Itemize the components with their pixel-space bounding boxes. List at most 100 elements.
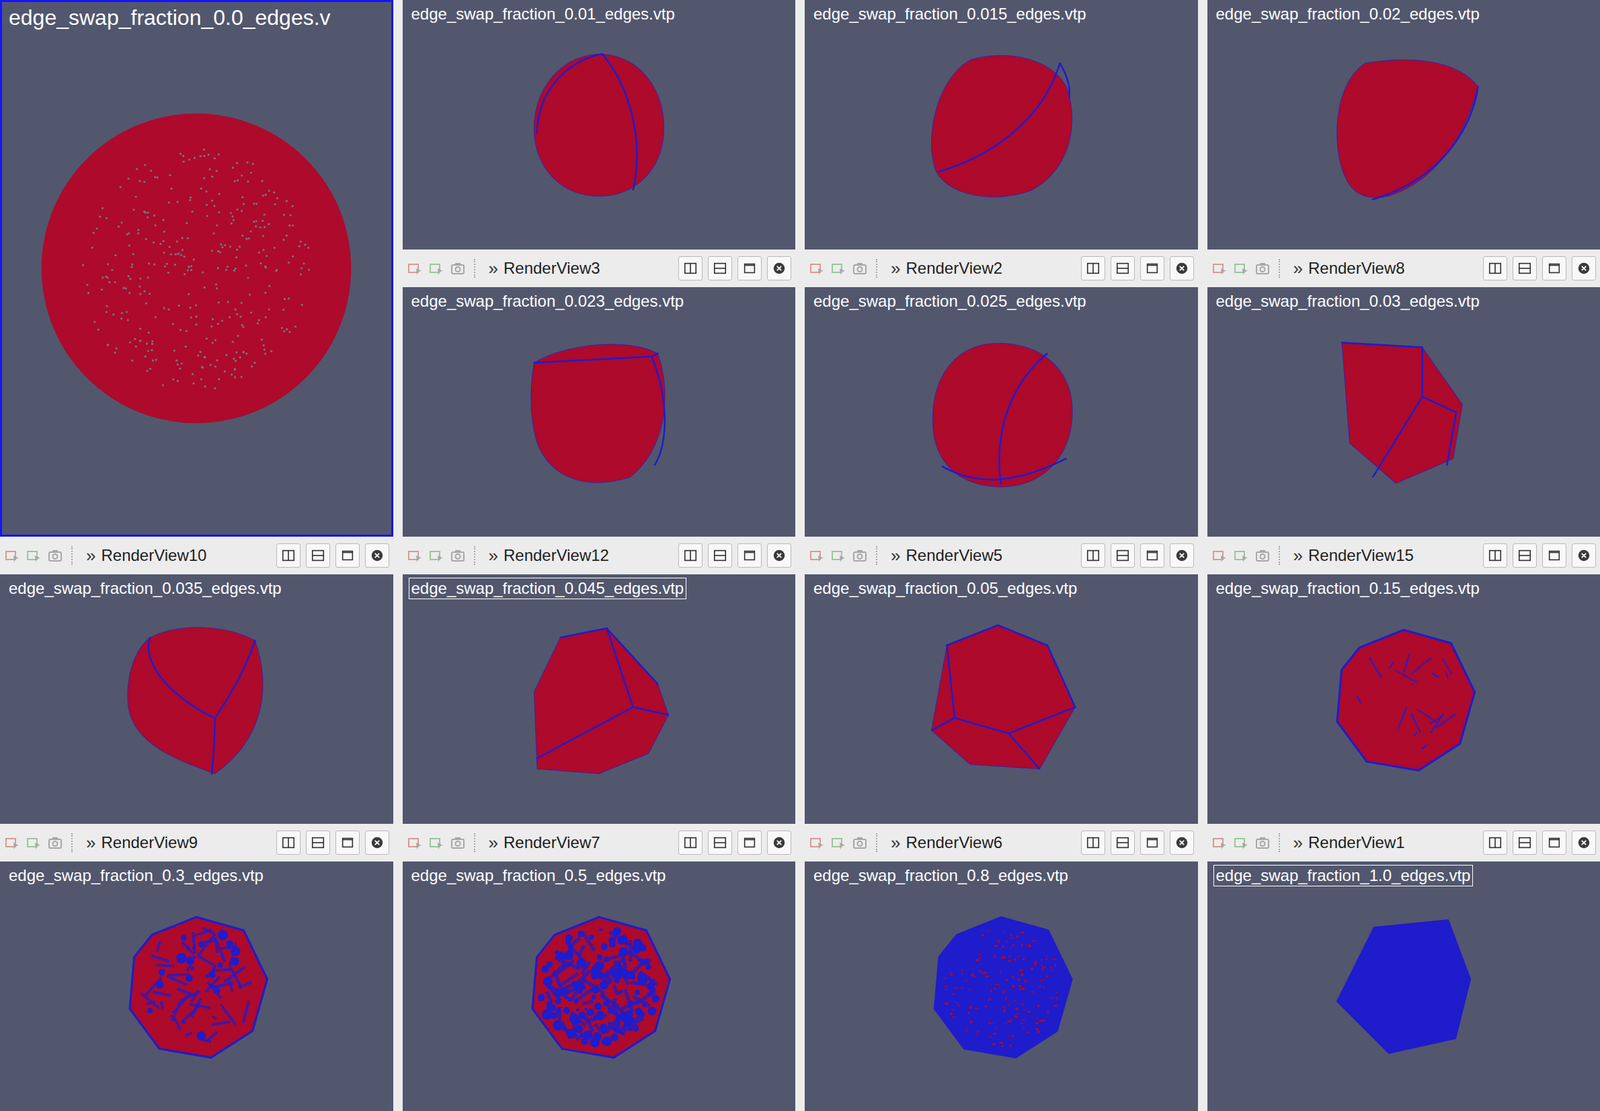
close-button[interactable] bbox=[1169, 830, 1194, 855]
toolbar-overflow-button[interactable]: » bbox=[1293, 259, 1303, 277]
maximize-button[interactable] bbox=[1140, 256, 1165, 281]
select-cells-button[interactable] bbox=[1211, 834, 1228, 852]
toolbar-overflow-button[interactable]: » bbox=[890, 259, 901, 277]
capture-button[interactable] bbox=[1254, 260, 1271, 277]
select-cells-button[interactable] bbox=[1211, 547, 1228, 565]
render-view[interactable]: edge_swap_fraction_0.045_edges.vtp bbox=[402, 574, 796, 824]
mesh-render[interactable] bbox=[118, 621, 274, 777]
maximize-button[interactable] bbox=[1542, 543, 1567, 568]
close-button[interactable] bbox=[767, 256, 792, 281]
split-vertical-button[interactable] bbox=[1110, 256, 1135, 281]
toolbar-overflow-button[interactable]: » bbox=[86, 833, 96, 852]
mesh-render[interactable] bbox=[122, 912, 271, 1061]
select-cells-button[interactable] bbox=[808, 834, 825, 852]
close-button[interactable] bbox=[365, 543, 390, 568]
select-points-button[interactable] bbox=[428, 834, 445, 852]
split-horizontal-button[interactable] bbox=[1081, 830, 1106, 855]
select-points-button[interactable] bbox=[428, 260, 445, 277]
mesh-render[interactable] bbox=[525, 912, 673, 1061]
split-horizontal-button[interactable] bbox=[1483, 543, 1508, 568]
close-button[interactable] bbox=[1571, 543, 1596, 568]
mesh-render[interactable] bbox=[521, 621, 677, 777]
render-view[interactable]: edge_swap_fraction_0.0_edges.v bbox=[0, 0, 394, 537]
mesh-render[interactable] bbox=[1326, 47, 1482, 203]
capture-button[interactable] bbox=[449, 834, 466, 852]
split-vertical-button[interactable] bbox=[707, 543, 733, 568]
capture-button[interactable] bbox=[851, 260, 868, 277]
sphere-mesh-render[interactable] bbox=[38, 110, 355, 427]
maximize-button[interactable] bbox=[737, 830, 762, 855]
maximize-button[interactable] bbox=[737, 256, 762, 281]
capture-button[interactable] bbox=[851, 547, 868, 565]
split-horizontal-button[interactable] bbox=[1081, 256, 1106, 281]
toolbar-overflow-button[interactable]: » bbox=[488, 833, 499, 852]
render-view[interactable]: edge_swap_fraction_0.05_edges.vtp bbox=[804, 574, 1198, 824]
split-horizontal-button[interactable] bbox=[678, 830, 703, 855]
mesh-render[interactable] bbox=[923, 621, 1079, 777]
capture-button[interactable] bbox=[47, 834, 64, 852]
select-points-button[interactable] bbox=[25, 547, 42, 565]
mesh-render[interactable] bbox=[1326, 334, 1482, 490]
maximize-button[interactable] bbox=[335, 543, 360, 568]
split-vertical-button[interactable] bbox=[1512, 830, 1537, 855]
select-points-button[interactable] bbox=[1232, 260, 1250, 277]
render-view[interactable]: edge_swap_fraction_0.03_edges.vtp bbox=[1207, 287, 1600, 537]
toolbar-overflow-button[interactable]: » bbox=[86, 546, 96, 565]
toolbar-overflow-button[interactable]: » bbox=[488, 546, 499, 565]
close-button[interactable] bbox=[767, 543, 792, 568]
mesh-render[interactable] bbox=[1329, 912, 1478, 1061]
capture-button[interactable] bbox=[449, 547, 466, 565]
select-points-button[interactable] bbox=[428, 547, 445, 565]
render-view[interactable]: edge_swap_fraction_0.023_edges.vtp bbox=[402, 287, 796, 537]
mesh-render[interactable] bbox=[923, 334, 1079, 490]
split-horizontal-button[interactable] bbox=[1483, 830, 1508, 855]
close-button[interactable] bbox=[365, 830, 390, 855]
maximize-button[interactable] bbox=[737, 543, 762, 568]
select-points-button[interactable] bbox=[830, 260, 847, 277]
split-vertical-button[interactable] bbox=[1512, 256, 1537, 281]
mesh-render[interactable] bbox=[521, 334, 677, 490]
maximize-button[interactable] bbox=[1140, 543, 1165, 568]
capture-button[interactable] bbox=[449, 260, 466, 277]
select-cells-button[interactable] bbox=[1211, 260, 1228, 277]
close-button[interactable] bbox=[767, 830, 792, 855]
split-horizontal-button[interactable] bbox=[678, 543, 703, 568]
split-vertical-button[interactable] bbox=[305, 543, 331, 568]
select-points-button[interactable] bbox=[830, 834, 847, 852]
render-view[interactable]: edge_swap_fraction_0.8_edges.vtp bbox=[804, 861, 1198, 1111]
split-vertical-button[interactable] bbox=[707, 830, 733, 855]
split-vertical-button[interactable] bbox=[1512, 543, 1537, 568]
capture-button[interactable] bbox=[851, 834, 868, 852]
render-view[interactable]: edge_swap_fraction_0.025_edges.vtp bbox=[804, 287, 1198, 537]
toolbar-overflow-button[interactable]: » bbox=[488, 259, 499, 277]
render-view[interactable]: edge_swap_fraction_0.015_edges.vtp bbox=[804, 0, 1198, 250]
render-view[interactable]: edge_swap_fraction_1.0_edges.vtp bbox=[1207, 861, 1600, 1111]
toolbar-overflow-button[interactable]: » bbox=[1293, 546, 1303, 565]
mesh-render[interactable] bbox=[923, 47, 1079, 203]
select-cells-button[interactable] bbox=[406, 834, 423, 852]
split-horizontal-button[interactable] bbox=[276, 830, 301, 855]
render-view[interactable]: edge_swap_fraction_0.15_edges.vtp bbox=[1207, 574, 1600, 824]
select-cells-button[interactable] bbox=[808, 547, 825, 565]
maximize-button[interactable] bbox=[1542, 256, 1567, 281]
split-vertical-button[interactable] bbox=[1110, 830, 1135, 855]
split-horizontal-button[interactable] bbox=[276, 543, 301, 568]
render-view[interactable]: edge_swap_fraction_0.02_edges.vtp bbox=[1207, 0, 1600, 250]
split-horizontal-button[interactable] bbox=[1483, 256, 1508, 281]
mesh-render[interactable] bbox=[521, 47, 677, 203]
render-view[interactable]: edge_swap_fraction_0.035_edges.vtp bbox=[0, 574, 394, 824]
select-cells-button[interactable] bbox=[406, 260, 423, 277]
maximize-button[interactable] bbox=[335, 830, 360, 855]
render-view[interactable]: edge_swap_fraction_0.5_edges.vtp bbox=[402, 861, 796, 1111]
capture-button[interactable] bbox=[1254, 834, 1271, 852]
close-button[interactable] bbox=[1571, 256, 1596, 281]
toolbar-overflow-button[interactable]: » bbox=[890, 546, 901, 565]
render-view[interactable]: edge_swap_fraction_0.3_edges.vtp bbox=[0, 861, 394, 1111]
mesh-render[interactable] bbox=[927, 912, 1075, 1061]
capture-button[interactable] bbox=[1254, 547, 1271, 565]
select-cells-button[interactable] bbox=[4, 834, 21, 852]
select-points-button[interactable] bbox=[1232, 834, 1250, 852]
select-cells-button[interactable] bbox=[4, 547, 21, 565]
split-horizontal-button[interactable] bbox=[678, 256, 703, 281]
select-points-button[interactable] bbox=[1232, 547, 1250, 565]
